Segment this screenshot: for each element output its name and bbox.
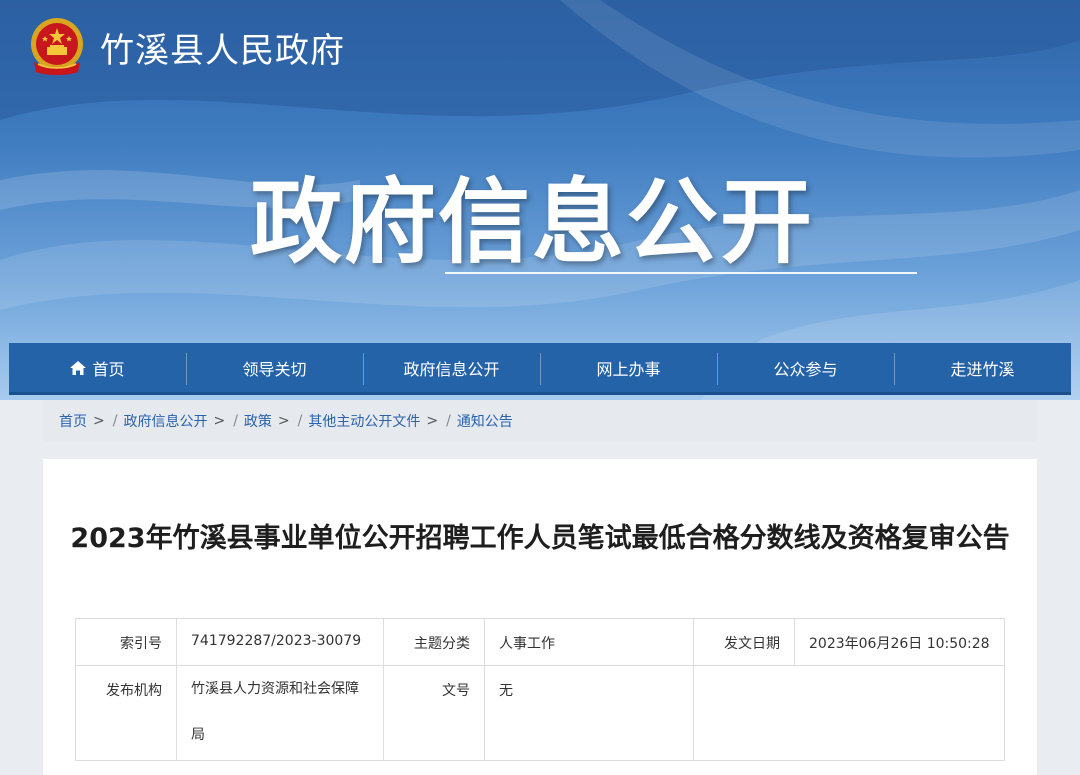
breadcrumb-home[interactable]: 首页 [59,411,87,431]
date-label: 发文日期 [693,618,795,666]
site-logo[interactable]: 竹溪县人民政府 [28,16,345,78]
breadcrumb-separator: > [277,413,290,429]
breadcrumb-notices[interactable]: 通知公告 [457,411,513,431]
site-name: 竹溪县人民政府 [100,30,345,71]
article-panel: 2023年竹溪县事业单位公开招聘工作人员笔试最低合格分数线及资格复审公告 索引号… [43,459,1037,775]
breadcrumb-separator: > [93,413,105,429]
meta-empty-cell [693,665,1005,761]
home-icon [70,360,87,375]
breadcrumb: 首页 > / 政府信息公开 > / 政策 > / 其他主动公开文件 > / 通知… [43,400,1037,442]
article-meta-table: 索引号 741792287/2023-30079 主题分类 人事工作 发文日期 … [75,618,1005,761]
nav-item-home[interactable]: 首页 [9,343,186,392]
nav-item-gov-info[interactable]: 政府信息公开 [363,343,540,392]
nav-item-label: 领导关切 [242,359,307,379]
breadcrumb-slash: / [112,413,118,429]
publisher-value: 竹溪县人力资源和社会保障局 [176,665,384,761]
nav-item-online-service[interactable]: 网上办事 [540,343,717,392]
national-emblem-icon [31,18,83,75]
nav-item-about-zhuxi[interactable]: 走进竹溪 [894,343,1071,392]
banner-title-underline [445,272,917,274]
publisher-label: 发布机构 [75,665,177,761]
article-title: 2023年竹溪县事业单位公开招聘工作人员笔试最低合格分数线及资格复审公告 [70,523,1010,554]
index-value: 741792287/2023-30079 [176,618,384,666]
nav-item-public-participation[interactable]: 公众参与 [717,343,894,392]
nav-item-label: 首页 [92,359,125,379]
breadcrumb-slash: / [233,413,238,429]
date-value: 2023年06月26日 10:50:28 [794,618,1005,666]
index-label: 索引号 [75,618,177,666]
meta-row: 发布机构 竹溪县人力资源和社会保障局 文号 无 [75,665,1005,761]
breadcrumb-slash: / [446,413,451,429]
meta-row: 索引号 741792287/2023-30079 主题分类 人事工作 发文日期 … [75,618,1005,666]
banner-title: 政府信息公开 [250,169,815,276]
topic-value: 人事工作 [484,618,694,666]
topic-label: 主题分类 [383,618,485,666]
nav-item-label: 政府信息公开 [403,359,500,379]
nav-item-label: 公众参与 [773,359,838,379]
docno-label: 文号 [383,665,485,761]
nav-item-label: 走进竹溪 [950,359,1015,379]
nav-item-label: 网上办事 [596,359,661,379]
header-banner: 竹溪县人民政府 政府信息公开 [0,0,1080,400]
nav-item-leader-concern[interactable]: 领导关切 [186,343,363,392]
breadcrumb-separator: > [426,413,439,429]
main-nav: 首页 领导关切 政府信息公开 网上办事 公众参与 走进竹溪 [9,343,1071,395]
breadcrumb-slash: / [297,413,303,429]
docno-value: 无 [484,665,694,761]
breadcrumb-gov-info[interactable]: 政府信息公开 [123,411,207,431]
breadcrumb-separator: > [213,413,226,429]
breadcrumb-policy[interactable]: 政策 [244,411,272,431]
breadcrumb-other-files[interactable]: 其他主动公开文件 [308,411,420,431]
